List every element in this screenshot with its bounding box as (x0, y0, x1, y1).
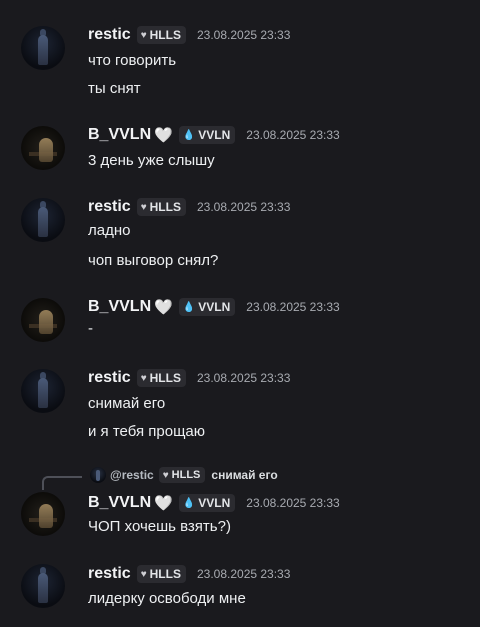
water-drop-icon: 💧 (182, 497, 196, 509)
author-name[interactable]: B_VVLN (88, 298, 151, 316)
message-text: ЧОП хочешь взять?) (88, 518, 231, 535)
heart-icon: ♥ (140, 201, 147, 213)
author-name[interactable]: restic (88, 26, 131, 44)
avatar[interactable] (21, 26, 65, 70)
message-text: чоп выговор снял? (88, 252, 219, 269)
message-text: снимай его (88, 395, 166, 412)
reply-connector (42, 476, 82, 490)
guild-tag[interactable]: 💧 VVLN (178, 126, 236, 144)
message-text: что говорить (88, 52, 177, 69)
heart-icon: ♥ (140, 568, 147, 580)
avatar[interactable] (21, 492, 65, 536)
white-heart-icon: 🤍 (154, 126, 173, 144)
message-text: - (88, 320, 93, 337)
guild-tag[interactable]: 💧 VVLN (178, 298, 236, 316)
avatar[interactable] (21, 198, 65, 242)
reply-text: снимай его (211, 468, 278, 482)
guild-tag[interactable]: ♥ HLLS (136, 26, 186, 44)
timestamp: 23.08.2025 23:33 (196, 567, 291, 581)
avatar[interactable] (21, 126, 65, 170)
avatar[interactable] (21, 298, 65, 342)
avatar[interactable] (21, 369, 65, 413)
heart-icon: ♥ (140, 372, 147, 384)
water-drop-icon: 💧 (182, 129, 196, 141)
author-name[interactable]: restic (88, 565, 131, 583)
white-heart-icon: 🤍 (154, 494, 173, 512)
message-text: ладно (88, 222, 131, 239)
guild-tag[interactable]: ♥ HLLS (136, 565, 186, 583)
heart-icon: ♥ (162, 469, 169, 481)
timestamp: 23.08.2025 23:33 (196, 371, 291, 385)
reply-preview[interactable]: @restic ♥ HLLS снимай его (90, 467, 278, 483)
guild-tag[interactable]: ♥ HLLS (136, 369, 186, 387)
timestamp: 23.08.2025 23:33 (246, 128, 340, 142)
message-text: 3 день уже слышу (88, 152, 215, 169)
author-name[interactable]: restic (88, 198, 131, 216)
guild-tag: ♥ HLLS (158, 467, 206, 483)
timestamp: 23.08.2025 23:33 (246, 300, 340, 314)
reply-mention[interactable]: @restic (110, 468, 154, 482)
guild-tag[interactable]: 💧 VVLN (178, 494, 236, 512)
guild-tag[interactable]: ♥ HLLS (136, 198, 186, 216)
water-drop-icon: 💧 (182, 301, 196, 313)
reply-avatar (90, 467, 106, 483)
message-text: ты снят (88, 80, 141, 97)
avatar[interactable] (21, 564, 65, 608)
message-text: лидерку освободи мне (88, 590, 246, 607)
white-heart-icon: 🤍 (154, 298, 173, 316)
author-name[interactable]: B_VVLN (88, 494, 151, 512)
heart-icon: ♥ (140, 29, 147, 41)
author-name[interactable]: B_VVLN (88, 126, 151, 144)
timestamp: 23.08.2025 23:33 (246, 496, 340, 510)
timestamp: 23.08.2025 23:33 (196, 28, 291, 42)
message-text: и я тебя прощаю (88, 423, 206, 440)
timestamp: 23.08.2025 23:33 (196, 200, 291, 214)
author-name[interactable]: restic (88, 369, 131, 387)
